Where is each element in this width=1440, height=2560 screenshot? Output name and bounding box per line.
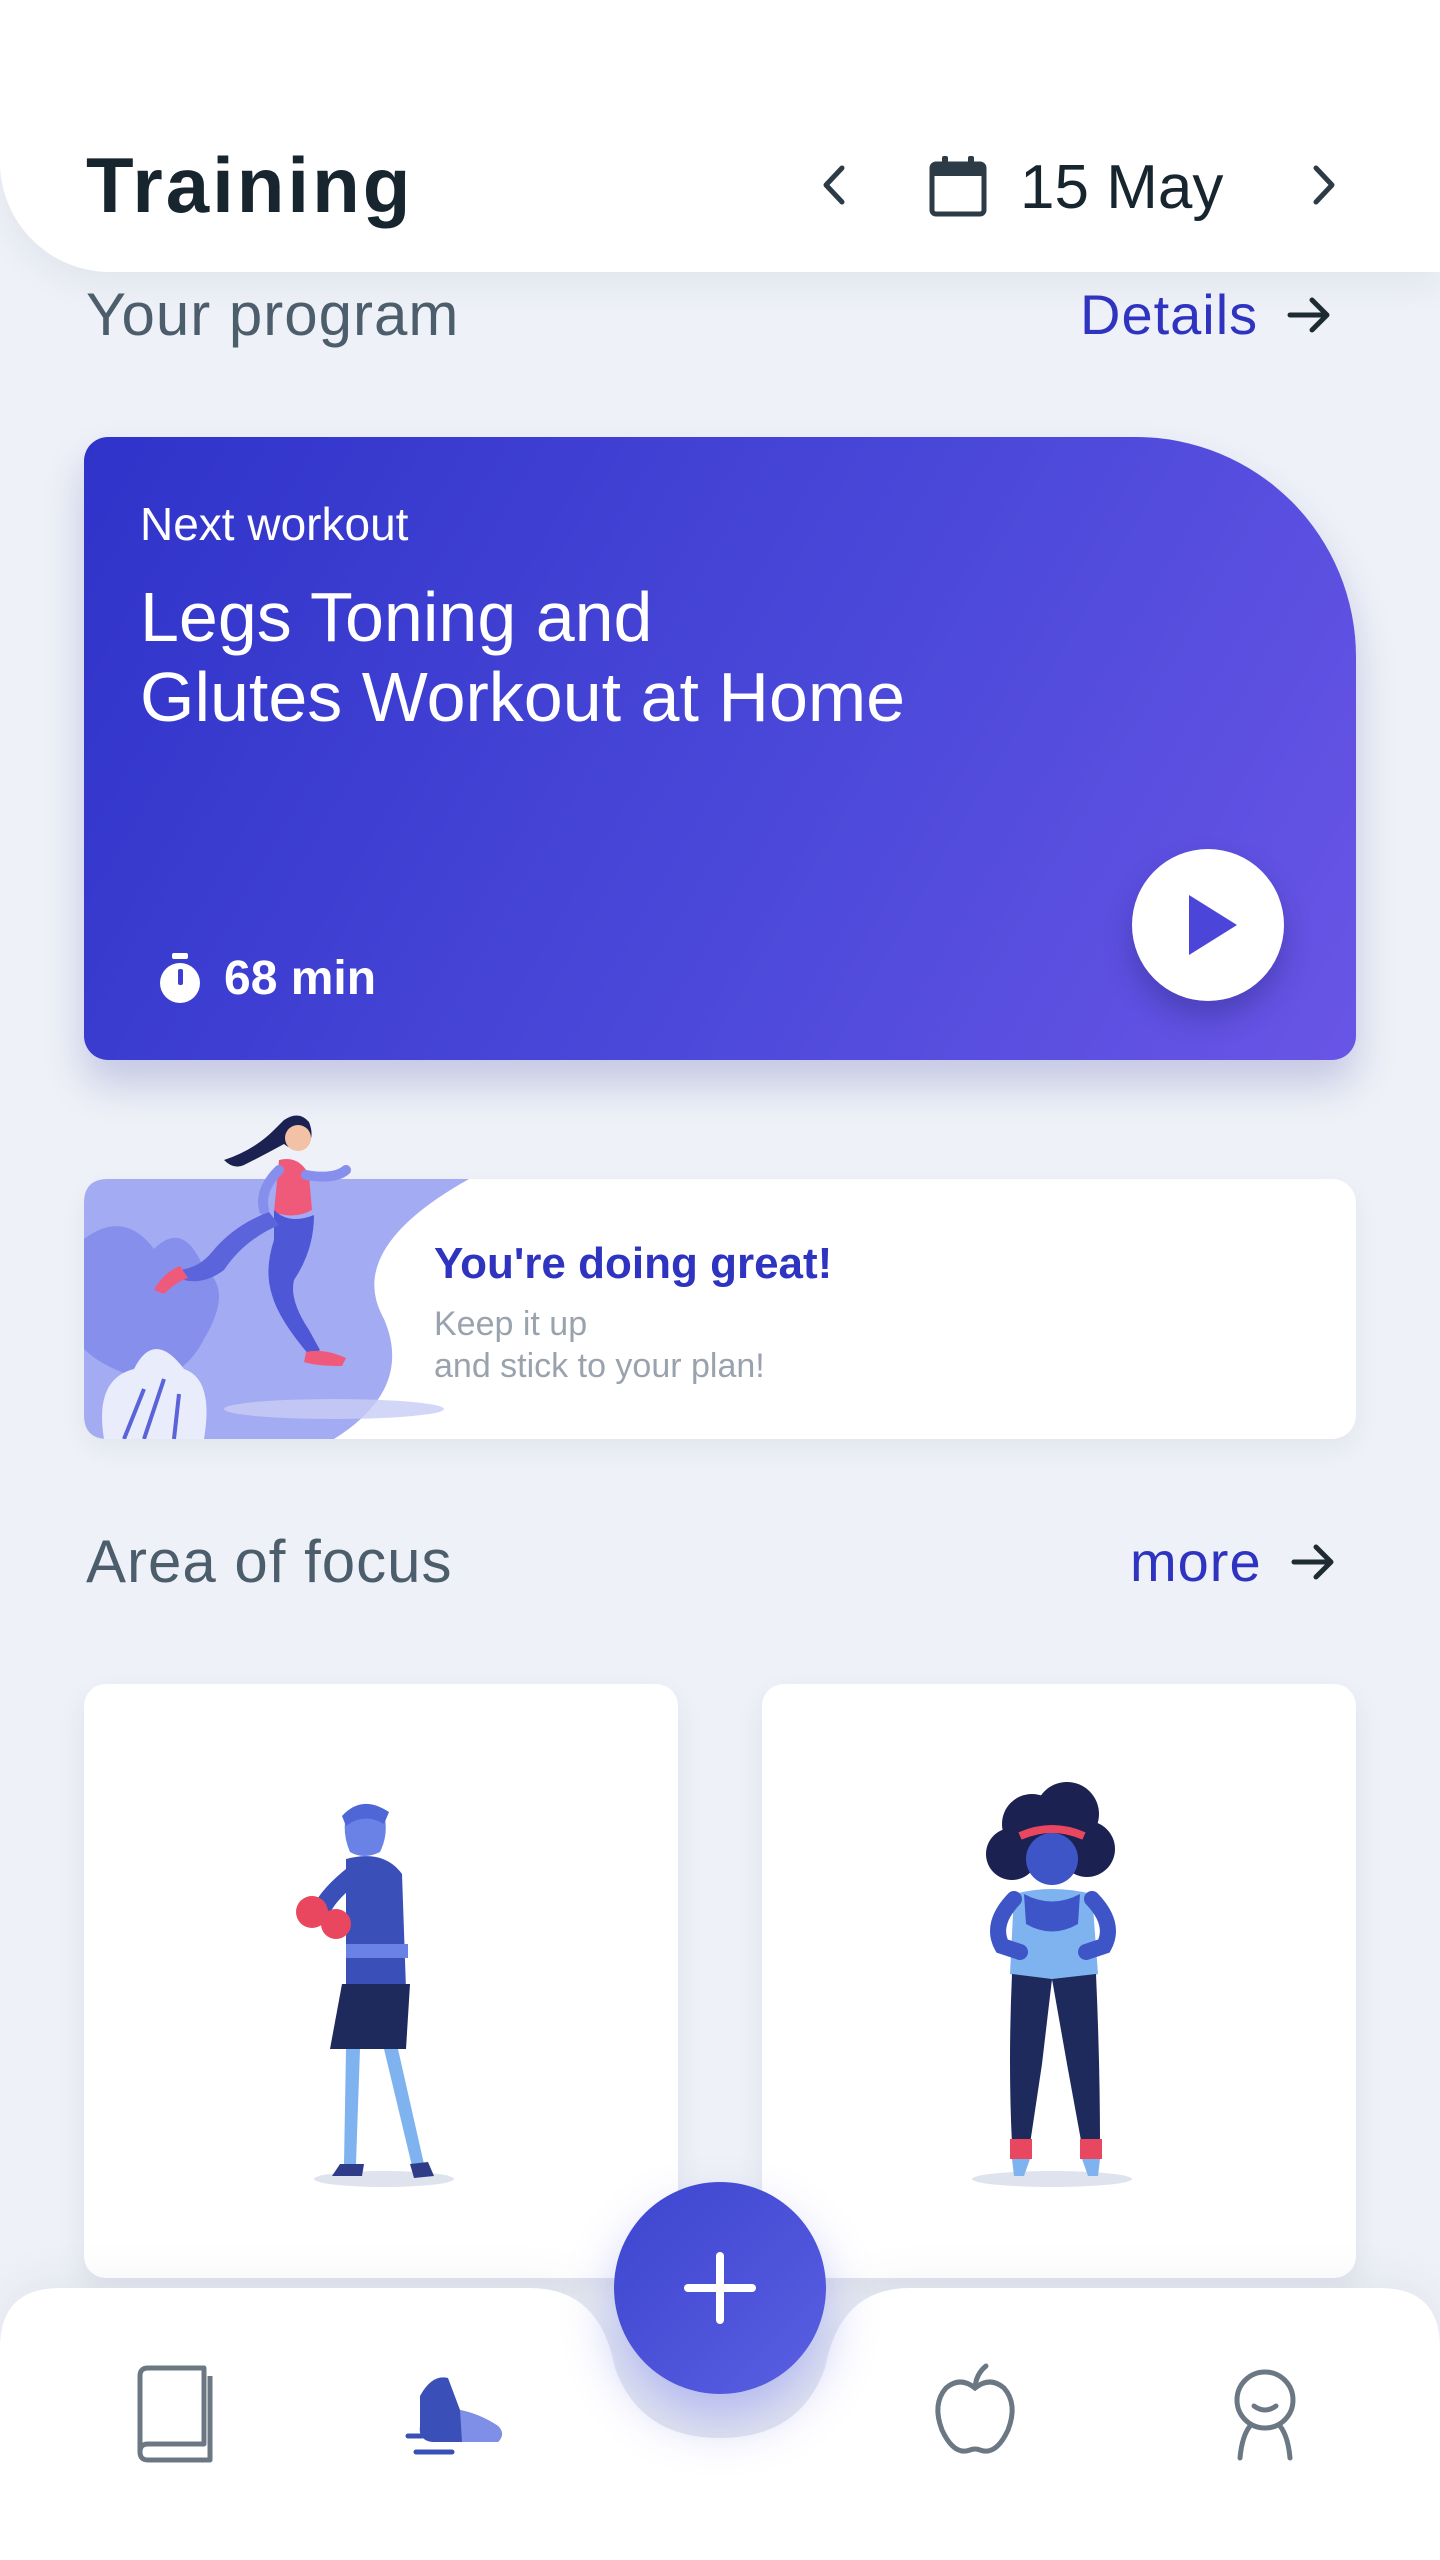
- calendar-icon: [929, 156, 987, 217]
- more-link-label: more: [1130, 1530, 1262, 1593]
- focus-card-body[interactable]: [762, 1684, 1356, 2278]
- workout-title-line-2: Glutes Workout at Home: [140, 658, 906, 736]
- chevron-left-icon: [823, 165, 845, 205]
- details-link-label: Details: [1080, 283, 1259, 346]
- next-day-button[interactable]: [1298, 160, 1348, 210]
- nav-nutrition[interactable]: [920, 2356, 1030, 2466]
- details-link[interactable]: Details: [1080, 282, 1334, 347]
- date-navigator: 15 May: [800, 146, 1360, 226]
- focus-card-boxing[interactable]: [84, 1684, 678, 2278]
- book-icon: [137, 2365, 213, 2463]
- more-link[interactable]: more: [1130, 1529, 1338, 1594]
- apple-icon: [935, 2363, 1015, 2454]
- next-workout-card[interactable]: Next workout Legs Toning and Glutes Work…: [84, 437, 1356, 1060]
- page-title: Training: [86, 141, 414, 229]
- runner-illustration: [154, 1115, 351, 1366]
- profile-icon: [1234, 2369, 1296, 2461]
- previous-day-button[interactable]: [810, 160, 860, 210]
- duration-label: 68 min: [224, 952, 377, 1005]
- nav-training[interactable]: [402, 2356, 512, 2466]
- plus-icon: [684, 2252, 756, 2324]
- arrow-right-icon: [1291, 1544, 1334, 1579]
- add-button[interactable]: [614, 2182, 826, 2394]
- boxing-figure-illustration: [296, 1803, 454, 2187]
- arrow-right-icon: [1287, 297, 1330, 332]
- sneaker-icon: [405, 2377, 502, 2455]
- current-date[interactable]: 15 May: [1020, 152, 1223, 223]
- chevron-right-icon: [1313, 165, 1335, 205]
- workout-title-line-1: Legs Toning and: [140, 578, 653, 656]
- stopwatch-icon: [160, 952, 200, 1003]
- workout-duration: 68 min: [156, 951, 376, 1006]
- nav-library[interactable]: [118, 2356, 228, 2466]
- focus-section-title: Area of focus: [86, 1528, 453, 1595]
- program-section-title: Your program: [86, 281, 460, 348]
- woman-figure-illustration: [972, 1782, 1132, 2187]
- play-icon: [1189, 895, 1237, 955]
- play-workout-button[interactable]: [1132, 849, 1284, 1001]
- training-screen: Training 15 May Your program Details Nex…: [0, 0, 1440, 2560]
- workout-title: Legs Toning and Glutes Workout at Home: [140, 577, 905, 737]
- app-header: Training 15 May: [0, 0, 1440, 272]
- nav-profile[interactable]: [1210, 2356, 1320, 2466]
- next-workout-label: Next workout: [140, 498, 409, 550]
